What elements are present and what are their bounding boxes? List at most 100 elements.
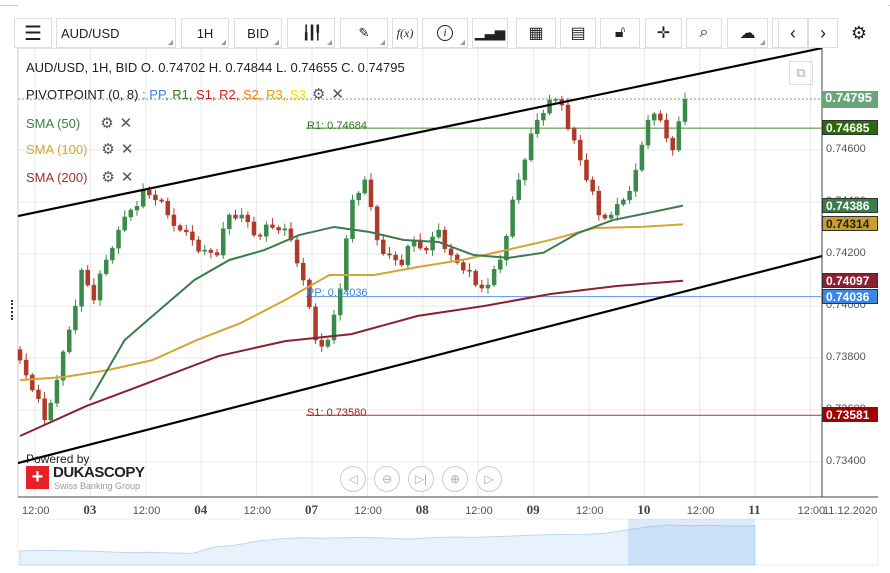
candle-body	[405, 245, 411, 266]
candle-body	[245, 214, 251, 223]
candles-icon: ╽┃╿	[302, 25, 322, 40]
pivot-item-s2: S2,	[243, 87, 267, 102]
candle-body	[510, 199, 515, 237]
function-icon: f(x)	[396, 25, 414, 40]
zoom-out-icon: ⊖	[381, 472, 393, 486]
candle-body	[73, 306, 78, 331]
candle-body	[116, 229, 121, 249]
chart-type-button[interactable]: ╽┃╿	[287, 18, 335, 48]
candle-body	[103, 259, 109, 275]
info-button[interactable]: i	[422, 18, 468, 48]
magnifier-icon: ⌕	[699, 24, 709, 41]
candle-body	[140, 189, 146, 207]
ohlc-legend: AUD/USD, 1H, BID O. 0.74702 H. 0.74844 L…	[26, 60, 405, 75]
price-tick-label: 0.73800	[826, 351, 866, 363]
close-icon[interactable]: ✕	[121, 168, 134, 186]
time-tick-label: 03	[83, 502, 97, 517]
candle-body	[448, 248, 454, 256]
plot-area	[17, 47, 823, 498]
price-tag: 0.74386	[822, 197, 878, 213]
popout-button[interactable]: ⧉	[789, 61, 813, 85]
crosshair-button[interactable]: ✛	[645, 18, 682, 48]
candle-body	[165, 200, 171, 216]
price-tick-label: 0.73400	[826, 455, 866, 467]
gear-icon[interactable]: ⚙	[100, 114, 113, 132]
gear-icon[interactable]: ⚙	[101, 168, 114, 186]
menu-button[interactable]: ☰	[14, 18, 52, 48]
pivot-item-r2: R2,	[219, 87, 243, 102]
candle-body	[171, 214, 177, 226]
candle-body	[350, 199, 355, 239]
candle-body	[85, 269, 90, 286]
candle-body	[584, 159, 589, 181]
left-scroll-handle[interactable]	[11, 300, 16, 320]
candle-body	[424, 247, 429, 251]
zoom-in-icon: ⊕	[449, 472, 461, 486]
candle-body	[676, 121, 682, 151]
go-to-latest-button[interactable]: ▷|	[408, 466, 434, 492]
candle-body	[498, 259, 503, 270]
candle-body	[387, 253, 392, 256]
indicators-button[interactable]: f(x)	[392, 18, 418, 48]
settings-button[interactable]: ⚙	[842, 18, 876, 48]
candle-body	[220, 228, 226, 256]
candle-body	[122, 216, 127, 231]
candle-body	[270, 224, 275, 228]
time-tick-label: 12:00	[686, 505, 715, 517]
close-icon[interactable]: ✕	[331, 85, 344, 103]
drawing-button[interactable]: ✎	[340, 18, 388, 48]
zoom-out-button[interactable]: ⊖	[374, 466, 400, 492]
candle-body	[534, 119, 540, 134]
volume-button[interactable]: ▁▃▅	[472, 18, 508, 48]
candle-body	[214, 252, 220, 256]
info-icon: i	[437, 25, 453, 41]
close-icon[interactable]: ✕	[121, 140, 134, 158]
cloud-upload-button[interactable]: ☁	[727, 18, 768, 48]
bar-chart-icon: ▁▃▅	[475, 25, 505, 40]
candle-body	[658, 113, 663, 121]
crosshair-icon: ✛	[656, 25, 671, 42]
pan-left-button[interactable]: ◁	[340, 466, 366, 492]
s1-level-label: S1: 0.73580	[307, 407, 367, 419]
candle-body	[202, 249, 207, 252]
lock-button[interactable]: 🔓︎	[600, 18, 640, 48]
gear-icon[interactable]: ⚙	[312, 85, 325, 103]
scroll-left-button[interactable]: ‹	[778, 18, 808, 48]
candle-body	[664, 119, 669, 139]
close-icon[interactable]: ✕	[120, 114, 133, 132]
zoom-in-button[interactable]: ⊕	[442, 466, 468, 492]
gear-icon[interactable]: ⚙	[101, 140, 114, 158]
time-tick-label: 08	[415, 502, 429, 517]
price-tag: 0.74097	[822, 272, 878, 288]
price-tick-label: 0.74200	[826, 247, 866, 259]
candle-body	[645, 119, 651, 146]
time-tick-label: 04	[194, 502, 208, 517]
pan-right-button[interactable]: ▷	[476, 466, 502, 492]
zoom-button[interactable]: ⌕	[686, 18, 722, 48]
pivot-item-r3: R3,	[266, 87, 290, 102]
time-tick-label: 12:00	[354, 505, 382, 517]
time-tick-label: 07	[305, 502, 318, 517]
period-select[interactable]: 1H	[181, 18, 229, 48]
calendar-button[interactable]: ▦	[516, 18, 556, 48]
candle-body	[362, 179, 368, 194]
pivot-item-pp: PP,	[149, 87, 173, 102]
r1-level-label: R1: 0.74684	[307, 120, 367, 132]
side-select[interactable]: BID	[234, 18, 282, 48]
period-value: 1H	[196, 25, 214, 41]
symbol-select[interactable]: AUD/USD	[56, 18, 176, 48]
gear-icon: ⚙	[850, 22, 868, 43]
news-button[interactable]: ▤	[560, 18, 596, 48]
sma200-legend: SMA (200) ⚙ ✕	[26, 168, 133, 186]
scroll-right-button[interactable]: ›	[808, 18, 838, 48]
time-tick-label: 12:00	[576, 505, 604, 517]
candle-body	[393, 254, 398, 261]
price-tag: 0.74685	[822, 119, 878, 135]
brand-name: DUKASCOPY	[53, 464, 145, 481]
candle-body	[436, 229, 441, 238]
candle-body	[473, 271, 478, 286]
candle-body	[670, 137, 675, 151]
candle-body	[504, 235, 509, 261]
candle-body	[430, 236, 435, 251]
candle-body	[190, 231, 195, 241]
